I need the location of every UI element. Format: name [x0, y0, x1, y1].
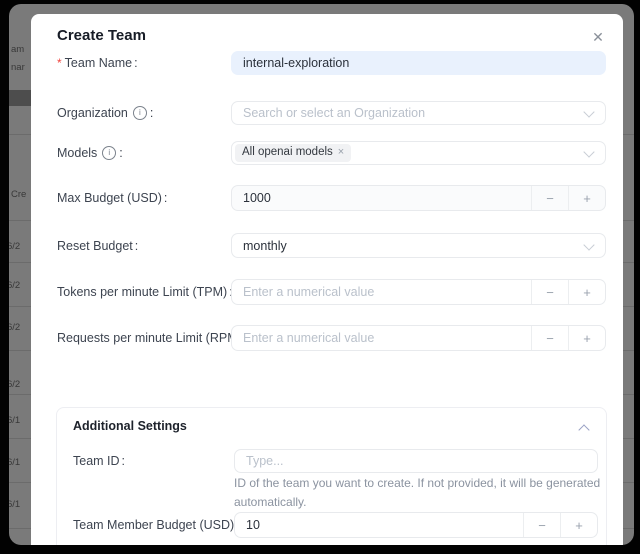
- models-select[interactable]: All openai models ×: [231, 141, 606, 165]
- decrement-button[interactable]: −: [531, 326, 568, 350]
- additional-settings-panel: Additional Settings Team ID : ID of the …: [56, 407, 607, 545]
- decrement-button[interactable]: −: [523, 513, 560, 537]
- increment-button[interactable]: +: [568, 280, 605, 304]
- team-id-help-text: ID of the team you want to create. If no…: [234, 474, 606, 512]
- max-budget-input[interactable]: [232, 186, 531, 210]
- info-icon: i: [133, 106, 147, 120]
- model-tag: All openai models ×: [235, 144, 351, 162]
- background-text-fragment: 6/1: [9, 415, 20, 426]
- max-budget-row: Max Budget (USD) : − +: [31, 185, 623, 211]
- background-text-fragment: 6/2: [9, 241, 20, 252]
- models-label: Models i :: [57, 141, 123, 165]
- chevron-up-icon[interactable]: [578, 424, 589, 435]
- background-text-fragment: 6/2: [9, 379, 20, 390]
- increment-button[interactable]: +: [568, 186, 605, 210]
- chevron-down-icon: [583, 239, 594, 250]
- background-text-fragment: 6/1: [9, 499, 20, 510]
- background-dark-row: [9, 90, 32, 106]
- team-id-label: Team ID :: [73, 449, 125, 473]
- team-name-label: * Team Name :: [57, 51, 138, 75]
- tpm-row: Tokens per minute Limit (TPM) : − +: [31, 279, 623, 305]
- tpm-label: Tokens per minute Limit (TPM) :: [57, 279, 233, 305]
- required-asterisk: *: [57, 56, 62, 70]
- create-team-modal: Create Team ✕ * Team Name : Organization…: [31, 14, 623, 545]
- increment-button[interactable]: +: [560, 513, 597, 537]
- background-text-fragment: 6/2: [9, 280, 20, 291]
- team-member-budget-label: Team Member Budget (USD) ? :: [73, 512, 260, 538]
- tpm-input[interactable]: [232, 280, 531, 304]
- team-id-input[interactable]: [234, 449, 598, 473]
- background-text-fragment: 6/1: [9, 457, 20, 468]
- app-window: am nar Cre 6/2 6/2 6/2 6/2 6/1 6/1 6/1 Create Tea…: [9, 4, 634, 545]
- decrement-button[interactable]: −: [531, 186, 568, 210]
- organization-row: Organization i : Search or select an Org…: [31, 101, 623, 125]
- max-budget-label: Max Budget (USD) :: [57, 185, 167, 211]
- organization-placeholder: Search or select an Organization: [243, 106, 425, 120]
- decrement-button[interactable]: −: [531, 280, 568, 304]
- close-icon[interactable]: ✕: [588, 27, 608, 47]
- background-text-fragment: 6/2: [9, 322, 20, 333]
- reset-budget-select[interactable]: monthly: [231, 233, 606, 258]
- reset-budget-value: monthly: [243, 239, 287, 253]
- background-text-fragment: Cre: [11, 189, 26, 200]
- background-text-fragment: nar: [11, 62, 25, 73]
- info-icon: i: [102, 146, 116, 160]
- organization-label: Organization i :: [57, 101, 153, 125]
- chevron-down-icon: [583, 146, 594, 157]
- modal-title: Create Team: [57, 27, 146, 44]
- tag-close-icon[interactable]: ×: [338, 146, 344, 159]
- organization-select[interactable]: Search or select an Organization: [231, 101, 606, 125]
- rpm-input[interactable]: [232, 326, 531, 350]
- screenshot-stage: am nar Cre 6/2 6/2 6/2 6/2 6/1 6/1 6/1 Create Tea…: [0, 0, 640, 554]
- additional-settings-title: Additional Settings: [73, 419, 187, 433]
- team-name-input[interactable]: [231, 51, 606, 75]
- reset-budget-label: Reset Budget :: [57, 233, 138, 258]
- increment-button[interactable]: +: [568, 326, 605, 350]
- chevron-down-icon: [583, 106, 594, 117]
- background-text-fragment: am: [11, 44, 24, 55]
- team-name-row: * Team Name :: [31, 51, 623, 75]
- reset-budget-row: Reset Budget : monthly: [31, 233, 623, 258]
- rpm-label: Requests per minute Limit (RPM) :: [57, 325, 247, 351]
- models-row: Models i : All openai models ×: [31, 141, 623, 165]
- team-member-budget-input[interactable]: [235, 513, 523, 537]
- rpm-row: Requests per minute Limit (RPM) : − +: [31, 325, 623, 351]
